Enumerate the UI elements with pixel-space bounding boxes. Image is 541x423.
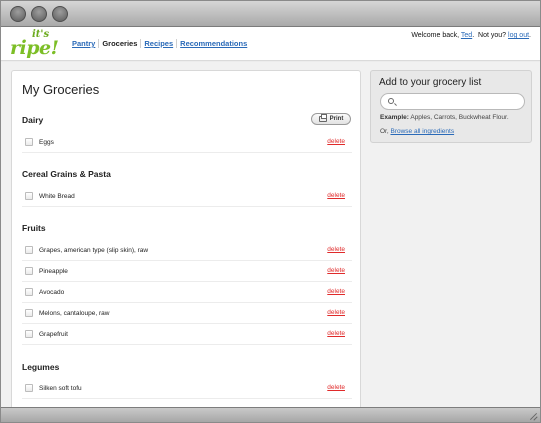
window-titlebar — [1, 1, 540, 27]
delete-link[interactable]: delete — [327, 288, 345, 295]
list-item: Eggs delete — [22, 132, 352, 153]
item-checkbox[interactable] — [25, 246, 33, 254]
print-label: Print — [329, 116, 344, 122]
example-text: Apples, Carrots, Buckwheat Flour. — [410, 114, 509, 121]
item-name: Grapefruit — [39, 331, 68, 338]
nav-recipes-link[interactable]: Recipes — [140, 39, 176, 48]
window-bottom-bar — [1, 407, 540, 422]
or-text: Or, — [380, 128, 389, 135]
logout-period: . — [529, 32, 531, 39]
section-title-fruits: Fruits — [22, 223, 46, 233]
list-item: Grapefruit delete — [22, 324, 352, 345]
item-name: Eggs — [39, 139, 54, 146]
printer-icon — [318, 114, 327, 122]
delete-link[interactable]: delete — [327, 138, 345, 145]
window-minimize-button[interactable] — [31, 6, 47, 22]
add-grocery-title: Add to your grocery list — [379, 77, 482, 88]
example-label: Example: — [380, 114, 409, 121]
item-name: Silken soft tofu — [39, 385, 82, 392]
nav-groceries-link[interactable]: Groceries — [98, 39, 140, 48]
list-item: Grapes, american type (slip skin), raw d… — [22, 240, 352, 261]
item-checkbox[interactable] — [25, 138, 33, 146]
page-title: My Groceries — [22, 82, 100, 97]
delete-link[interactable]: delete — [327, 309, 345, 316]
list-item: Melons, cantaloupe, raw delete — [22, 303, 352, 324]
browse-hint: Or, Browse all ingredients — [380, 128, 454, 135]
groceries-panel: My Groceries Print Dairy Eggs delete Cer… — [11, 70, 361, 415]
item-checkbox[interactable] — [25, 309, 33, 317]
window-close-button[interactable] — [10, 6, 26, 22]
ingredient-search-input[interactable] — [398, 97, 518, 107]
delete-link[interactable]: delete — [327, 267, 345, 274]
window-zoom-button[interactable] — [52, 6, 68, 22]
list-item: Avocado delete — [22, 282, 352, 303]
delete-link[interactable]: delete — [327, 246, 345, 253]
site-header: it's ripe! Pantry Groceries Recipes Reco… — [1, 27, 540, 61]
user-name-link[interactable]: Ted — [461, 32, 472, 39]
nav-recommendations-link[interactable]: Recommendations — [176, 39, 250, 48]
section-title-dairy: Dairy — [22, 115, 44, 125]
item-checkbox[interactable] — [25, 330, 33, 338]
item-name: Pineapple — [39, 268, 68, 275]
list-item: Pineapple delete — [22, 261, 352, 282]
item-name: Grapes, american type (slip skin), raw — [39, 247, 149, 254]
search-icon — [388, 98, 394, 104]
item-checkbox[interactable] — [25, 192, 33, 200]
main-nav: Pantry Groceries Recipes Recommendations — [69, 39, 250, 48]
delete-link[interactable]: delete — [327, 192, 345, 199]
ingredient-search[interactable] — [380, 93, 525, 110]
item-name: Avocado — [39, 289, 65, 296]
section-title-cereal: Cereal Grains & Pasta — [22, 169, 111, 179]
list-item: White Bread delete — [22, 186, 352, 207]
item-checkbox[interactable] — [25, 288, 33, 296]
welcome-period: . — [472, 32, 475, 39]
example-hint: Example: Apples, Carrots, Buckwheat Flou… — [380, 114, 509, 121]
item-name: Melons, cantaloupe, raw — [39, 310, 110, 317]
list-item: Silken soft tofu delete — [22, 378, 352, 399]
resize-grip-icon[interactable] — [527, 411, 537, 421]
item-checkbox[interactable] — [25, 384, 33, 392]
welcome-prefix: Welcome back, — [411, 32, 460, 39]
nav-pantry-link[interactable]: Pantry — [69, 39, 98, 48]
page-content: My Groceries Print Dairy Eggs delete Cer… — [1, 62, 540, 415]
section-title-legumes: Legumes — [22, 362, 60, 372]
delete-link[interactable]: delete — [327, 384, 345, 391]
delete-link[interactable]: delete — [327, 330, 345, 337]
add-grocery-panel: Add to your grocery list Example: Apples… — [370, 70, 532, 143]
browser-window: it's ripe! Pantry Groceries Recipes Reco… — [0, 0, 541, 423]
item-name: White Bread — [39, 193, 75, 200]
logout-link[interactable]: log out — [508, 32, 529, 39]
item-checkbox[interactable] — [25, 267, 33, 275]
not-you-text: Not you? — [478, 32, 507, 39]
print-button[interactable]: Print — [311, 113, 351, 125]
its-ripe-logo[interactable]: it's ripe! — [10, 29, 62, 60]
welcome-message: Welcome back, Ted. Not you? log out. — [411, 32, 531, 39]
logo-main-text: ripe! — [10, 37, 59, 59]
browse-ingredients-link[interactable]: Browse all ingredients — [390, 128, 454, 135]
